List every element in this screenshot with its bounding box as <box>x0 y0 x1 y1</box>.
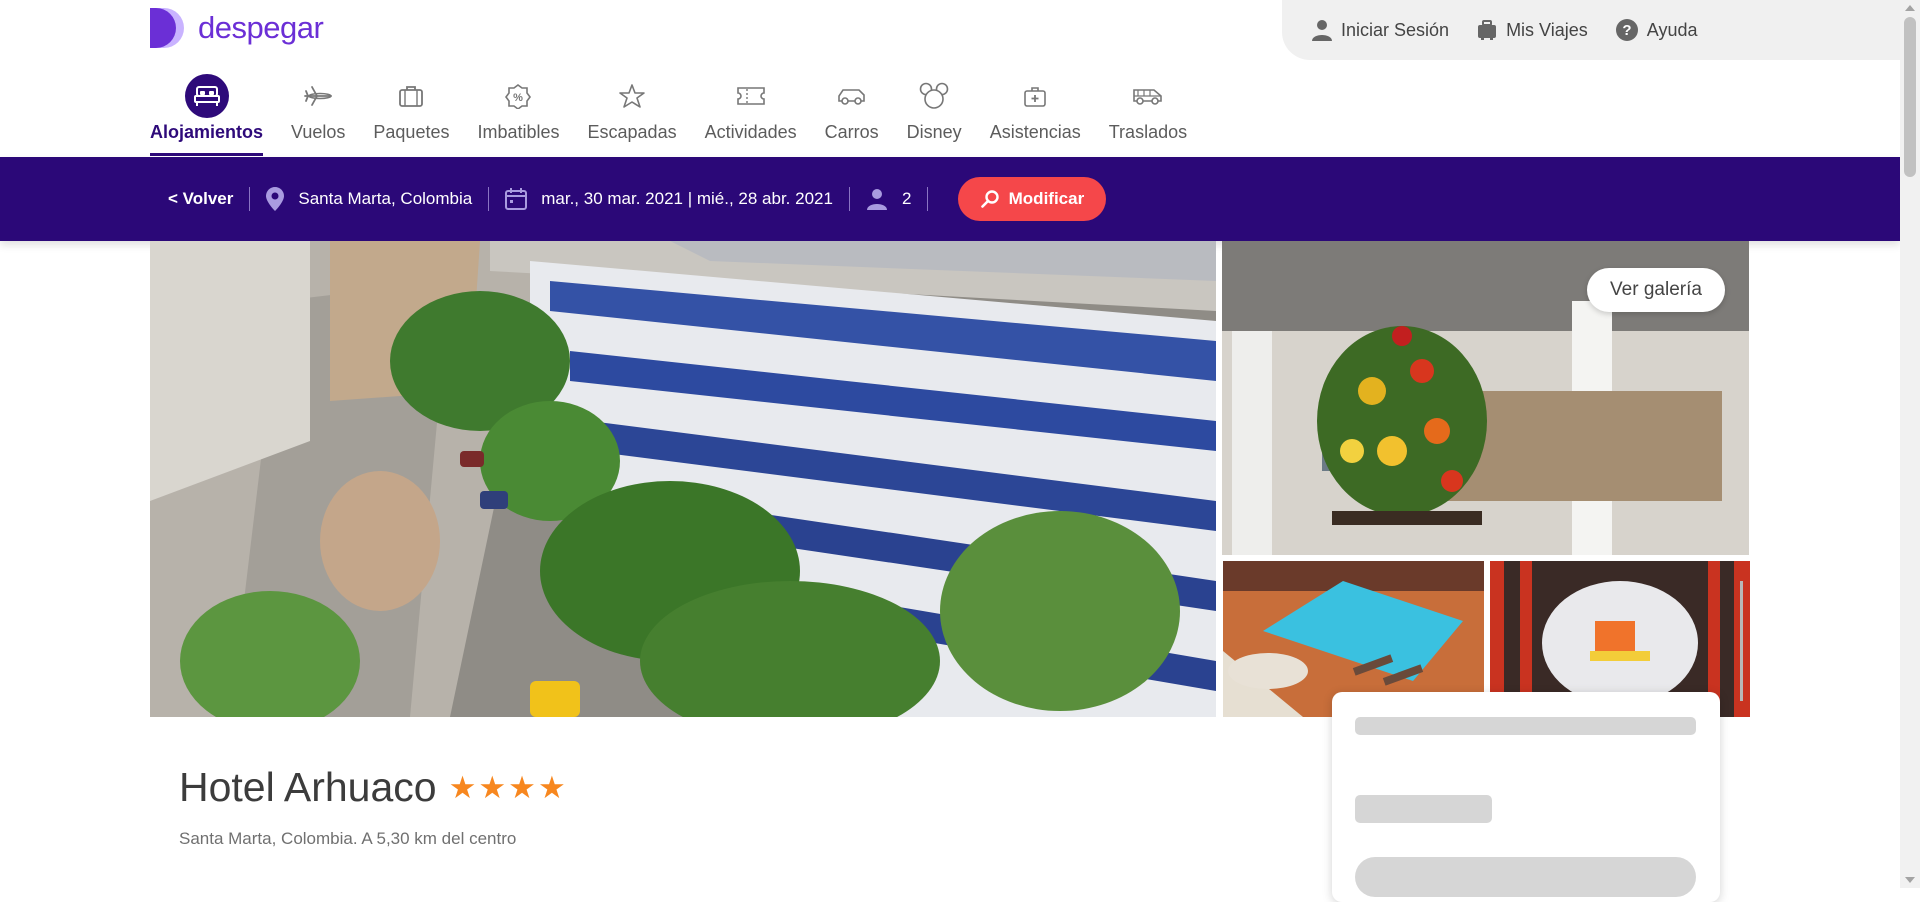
bag-icon <box>389 74 433 118</box>
medkit-icon <box>1013 74 1057 118</box>
scroll-up-arrow-icon[interactable] <box>1905 5 1915 11</box>
scroll-thumb[interactable] <box>1904 17 1916 177</box>
nav-label: Escapadas <box>587 122 677 142</box>
ticket-icon <box>729 74 773 118</box>
nav-label: Actividades <box>704 122 797 142</box>
guests-field[interactable]: 2 <box>866 188 911 210</box>
skeleton-line <box>1355 795 1492 823</box>
nav-label: Imbatibles <box>477 122 560 142</box>
dates-field[interactable]: mar., 30 mar. 2021 | mié., 28 abr. 2021 <box>505 188 833 210</box>
help-label: Ayuda <box>1646 19 1698 40</box>
nav-item-asistencias[interactable]: Asistencias <box>976 74 1095 157</box>
header: despegar Iniciar Sesión Mis Viajes ? Ayu… <box>0 0 1900 157</box>
suitcase-icon <box>1478 20 1497 40</box>
search-icon <box>980 190 999 208</box>
back-link[interactable]: < Volver <box>168 189 233 209</box>
guests-count: 2 <box>901 189 912 208</box>
star-rating: ★ ★ ★ ★ <box>449 772 568 803</box>
login-link[interactable]: Iniciar Sesión <box>1312 19 1449 41</box>
help-link[interactable]: ? Ayuda <box>1615 19 1698 41</box>
star-plane-icon <box>610 74 654 118</box>
nav-label: Asistencias <box>989 122 1081 142</box>
destination-field[interactable]: Santa Marta, Colombia <box>266 187 472 211</box>
svg-text:?: ? <box>1622 22 1631 39</box>
user-menu: Iniciar Sesión Mis Viajes ? Ayuda <box>1282 0 1900 60</box>
price-card-loading <box>1332 692 1720 902</box>
nav-item-carros[interactable]: Carros <box>811 74 893 157</box>
hotel-name: Hotel Arhuaco <box>179 764 437 810</box>
plane-icon <box>296 74 340 118</box>
view-gallery-button[interactable]: Ver galería <box>1587 268 1725 312</box>
mouse-ears-icon <box>912 74 956 118</box>
product-nav: Alojamientos Vuelos Paquetes % Imbatible… <box>150 74 1201 157</box>
star-icon: ★ <box>478 770 507 805</box>
search-summary-bar: < Volver Santa Marta, Colombia mar., 30 … <box>0 157 1900 241</box>
star-icon: ★ <box>537 770 566 805</box>
nav-label: Traslados <box>1108 122 1188 142</box>
divider <box>848 187 850 211</box>
skeleton-line <box>1355 717 1696 735</box>
nav-label: Disney <box>906 122 962 142</box>
person-icon <box>866 189 887 210</box>
despegar-logo[interactable]: despegar <box>150 8 324 48</box>
destination-text: Santa Marta, Colombia <box>298 189 473 208</box>
star-icon: ★ <box>448 770 477 805</box>
svg-text:%: % <box>514 92 524 104</box>
divider <box>249 187 251 211</box>
my-trips-link[interactable]: Mis Viajes <box>1477 20 1588 41</box>
van-icon <box>1126 74 1170 118</box>
bed-icon <box>184 74 229 118</box>
page-scrollbar[interactable] <box>1900 0 1920 888</box>
logo-mark-icon <box>150 8 184 48</box>
nav-item-traslados[interactable]: Traslados <box>1095 74 1201 157</box>
hotel-header: Hotel Arhuaco ★ ★ ★ ★ <box>179 764 568 811</box>
star-icon: ★ <box>508 770 536 805</box>
nav-label: Paquetes <box>373 122 450 142</box>
modify-search-button[interactable]: Modificar <box>958 177 1107 221</box>
my-trips-label: Mis Viajes <box>1506 19 1588 40</box>
nav-item-imbatibles[interactable]: % Imbatibles <box>463 74 573 157</box>
photo-gallery: Ver galería <box>150 241 1750 717</box>
nav-item-actividades[interactable]: Actividades <box>691 74 811 157</box>
skeleton-button <box>1355 857 1696 897</box>
nav-item-escapadas[interactable]: Escapadas <box>574 74 691 157</box>
modify-label: Modificar <box>1008 189 1085 208</box>
badge-icon: % <box>496 74 540 118</box>
scroll-down-arrow-icon[interactable] <box>1905 877 1915 883</box>
nav-item-alojamientos[interactable]: Alojamientos <box>150 74 277 157</box>
nav-item-vuelos[interactable]: Vuelos <box>277 74 359 157</box>
divider <box>488 187 490 211</box>
nav-item-disney[interactable]: Disney <box>893 74 976 157</box>
main-hotel-photo[interactable] <box>150 241 1216 717</box>
car-icon <box>830 74 874 118</box>
location-pin-icon <box>266 187 285 211</box>
nav-label: Alojamientos <box>150 122 264 142</box>
logo-text: despegar <box>198 10 324 45</box>
dates-text: mar., 30 mar. 2021 | mié., 28 abr. 2021 <box>541 189 833 208</box>
nav-label: Carros <box>824 122 879 142</box>
login-label: Iniciar Sesión <box>1341 19 1450 40</box>
divider <box>927 187 929 211</box>
calendar-icon <box>505 188 528 210</box>
help-icon: ? <box>1615 19 1638 41</box>
hotel-location: Santa Marta, Colombia. A 5,30 km del cen… <box>179 829 517 848</box>
user-icon <box>1312 20 1332 41</box>
nav-item-paquetes[interactable]: Paquetes <box>359 74 463 157</box>
nav-label: Vuelos <box>291 122 346 142</box>
